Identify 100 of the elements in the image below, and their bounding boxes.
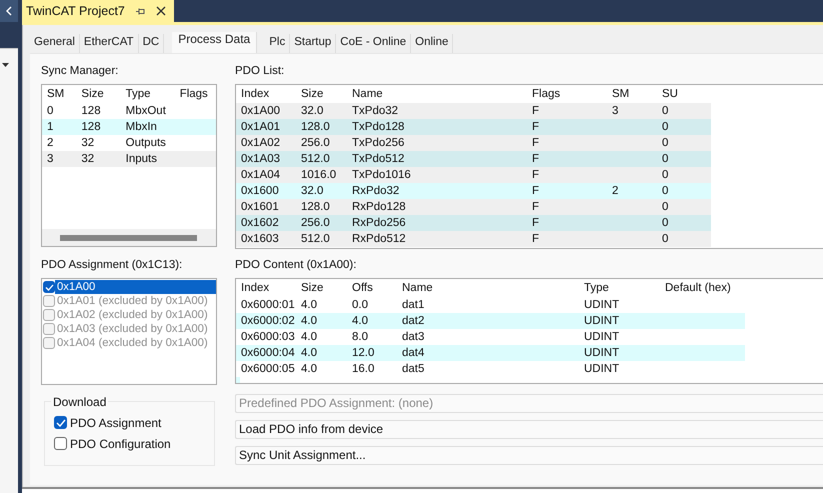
table-cell-text: 0x6000:02 [240, 315, 296, 327]
table-cell-text: dat4 [401, 347, 426, 359]
table-cell-text: 0 [661, 233, 670, 245]
section-label: PDO Assignment (0x1C13): [41, 259, 184, 273]
table-cell-text: 0 [661, 137, 670, 149]
table-cell-text: 0 [661, 217, 670, 229]
column-header[interactable]: Size [80, 88, 125, 100]
table-row[interactable]: 3 32 Inputs [42, 151, 216, 167]
column-header[interactable]: SM [46, 88, 80, 100]
table-row[interactable]: 0x1603 512.0 RxPdo512 F 0 [236, 231, 711, 247]
column-header[interactable]: Offs [351, 282, 401, 294]
table-cell-text: 2 [611, 185, 620, 197]
table-cell-text: 0x1A04 [240, 169, 282, 181]
table-row[interactable]: 0x1600 32.0 RxPdo32 F 2 0 [236, 183, 711, 199]
table-cell-text: dat1 [401, 299, 426, 311]
scrollbar-thumb[interactable] [60, 234, 197, 240]
pin-icon[interactable] [134, 6, 146, 16]
table-row[interactable]: 0 128 MbxOut [42, 103, 216, 119]
table-cell-text: RxPdo512 [351, 233, 407, 245]
table-cell-text: 256.0 [300, 217, 331, 229]
table-row[interactable]: 0x1A01 128.0 TxPdo128 F 0 [236, 119, 711, 135]
column-header[interactable]: Flags [178, 88, 216, 100]
table-cell-text: Outputs [124, 137, 167, 149]
table-cell-text: 4.0 [300, 347, 318, 359]
column-header[interactable]: Index [240, 282, 300, 294]
table-cell-text: 4.0 [300, 315, 318, 327]
table-row[interactable]: 0x1601 128.0 RxPdo128 F 0 [236, 199, 711, 215]
close-icon[interactable] [156, 6, 166, 16]
table-cell-text: 32 [80, 153, 96, 165]
table-cell-text: 4.0 [300, 363, 318, 375]
table-cell-text: TxPdo512 [351, 153, 406, 165]
table-cell-text: 0x6000:03 [240, 331, 296, 343]
action-button[interactable]: Load PDO info from device [235, 420, 823, 439]
table-row[interactable]: 0x1A03 512.0 TxPdo512 F 0 [236, 151, 711, 167]
table-cell-text: 0x6000:01 [240, 299, 296, 311]
table-row[interactable]: 0x6000:02 4.0 4.0 dat2 UDINT [236, 313, 745, 329]
table-cell-text: 0 [661, 185, 670, 197]
column-header[interactable]: Index [240, 88, 300, 100]
list-item[interactable]: 0x1A00 [55, 280, 216, 294]
column-header[interactable]: Size [300, 88, 351, 100]
table-cell-text: 256.0 [300, 137, 331, 149]
table-row[interactable]: 0x1602 256.0 RxPdo256 F 0 [236, 215, 711, 231]
document-title: TwinCAT Project7 [26, 4, 125, 18]
table-cell-text: 0 [661, 105, 670, 117]
table-cell-text: RxPdo128 [351, 201, 407, 213]
table-cell-text: Inputs [124, 153, 158, 165]
checkbox-label[interactable]: PDO Assignment [70, 416, 162, 430]
action-button[interactable]: Sync Unit Assignment... [235, 446, 823, 465]
checkbox[interactable] [54, 416, 67, 429]
table-cell-text: 32.0 [300, 185, 324, 197]
column-header[interactable]: Name [401, 282, 583, 294]
table-cell-text: F [531, 201, 540, 213]
tab[interactable]: Process Data [172, 32, 258, 53]
table-cell-text: 16.0 [351, 363, 376, 375]
table-cell-text: UDINT [583, 363, 620, 375]
table-row[interactable]: 2 32 Outputs [42, 135, 216, 151]
table-row[interactable]: 1 128 MbxIn [42, 119, 216, 135]
table-cell-text: 4.0 [300, 331, 318, 343]
table-cell-text: 0 [661, 169, 670, 181]
table-cell-text: F [531, 137, 540, 149]
table-cell-text: F [531, 153, 540, 165]
table-cell-text: 0x1600 [240, 185, 280, 197]
collapse-button[interactable] [0, 0, 18, 22]
checkbox[interactable] [54, 437, 67, 450]
table-cell-text: RxPdo32 [351, 185, 400, 197]
table-cell-text: 0x1A02 [240, 137, 282, 149]
column-header[interactable]: Name [351, 88, 531, 100]
table-cell-text: 128 [80, 121, 102, 133]
table-row[interactable]: 0x6000:04 4.0 12.0 dat4 UDINT [236, 345, 745, 361]
caret-icon[interactable] [2, 63, 9, 67]
chevron-left-icon [5, 6, 13, 16]
section-label: Sync Manager: [41, 65, 120, 79]
table-cell-text: RxPdo256 [351, 217, 407, 229]
table-cell-text: UDINT [583, 299, 620, 311]
table-cell-text: 2 [46, 137, 54, 149]
table-row[interactable]: 0x1A02 256.0 TxPdo256 F 0 [236, 135, 711, 151]
table-cell-text: 1016.0 [300, 169, 338, 181]
checkbox-label[interactable]: PDO Configuration [70, 436, 171, 450]
table-cell-text: 1 [46, 121, 54, 133]
table-cell-text: F [531, 169, 540, 181]
table-row[interactable]: 0x1A04 1016.0 TxPdo1016 F 0 [236, 167, 711, 183]
horizontal-scrollbar[interactable] [42, 229, 216, 246]
column-header[interactable]: Type [583, 282, 664, 294]
table-cell-text: 512.0 [300, 153, 331, 165]
tab[interactable]: DC [138, 34, 164, 53]
table-cell-text: F [531, 185, 540, 197]
column-header[interactable]: SU [661, 88, 711, 100]
table-cell-text: TxPdo1016 [351, 169, 412, 181]
checkbox[interactable] [43, 281, 55, 293]
table-cell-text: 3 [611, 105, 620, 117]
column-header[interactable]: Default (hex) [664, 282, 745, 294]
column-header[interactable]: SM [611, 88, 661, 100]
table-cell-text: 0x1A00 [240, 105, 282, 117]
table-row[interactable]: 0x1A00 32.0 TxPdo32 F 3 0 [236, 103, 711, 119]
table-cell-text: TxPdo128 [351, 121, 406, 133]
document-tab[interactable]: TwinCAT Project7 [22, 0, 174, 22]
table-cell-text: 3 [46, 153, 54, 165]
column-header[interactable]: Type [124, 88, 179, 100]
column-header[interactable]: Flags [531, 88, 611, 100]
column-header[interactable]: Size [300, 282, 351, 294]
